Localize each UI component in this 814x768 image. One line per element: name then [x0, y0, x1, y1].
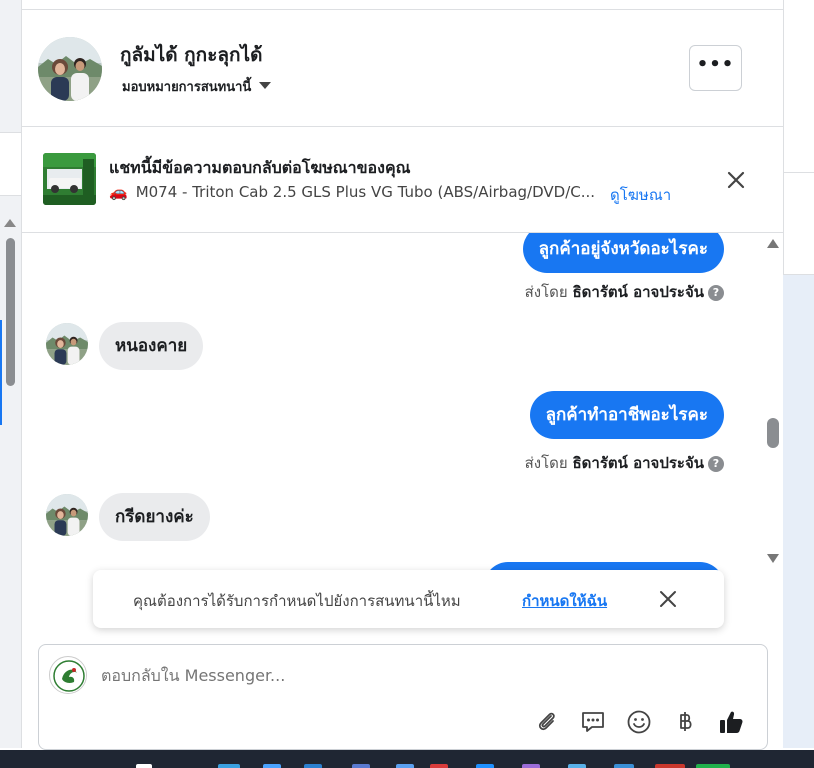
emoji-icon[interactable]	[625, 708, 653, 736]
taskbar-app[interactable]	[696, 764, 730, 768]
reply-input[interactable]	[101, 666, 701, 685]
ad-name: M074 - Triton Cab 2.5 GLS Plus VG Tubo (…	[135, 183, 596, 201]
taskbar-app[interactable]	[263, 764, 281, 768]
scroll-down-icon[interactable]	[767, 554, 779, 563]
more-options-icon: •••	[696, 54, 735, 75]
assign-conversation-dropdown[interactable]: มอบหมายการสนทนานี้	[122, 76, 272, 97]
like-icon[interactable]	[717, 708, 745, 736]
taskbar-app[interactable]	[136, 764, 152, 768]
attach-icon[interactable]	[533, 708, 561, 736]
more-options-button[interactable]: •••	[689, 45, 742, 91]
close-icon[interactable]	[658, 589, 678, 609]
ad-thumbnail[interactable]	[43, 153, 96, 205]
scrollbar-thumb[interactable]	[767, 418, 779, 448]
taskbar-app[interactable]	[218, 764, 240, 768]
taskbar-app[interactable]	[476, 764, 494, 768]
ad-reply-banner: แชทนี้มีข้อความตอบกลับต่อโฆษณาของคุณ 🚗 M0…	[22, 127, 783, 233]
sent-by-prefix: ส่งโดย	[524, 283, 568, 301]
message-bubble-outgoing[interactable]: ลูกค้าอยู่จังหวัดอะไรคะ	[522, 233, 724, 273]
taskbar-app[interactable]	[568, 764, 586, 768]
sent-by-label: ส่งโดย ธิดารัตน์ อาจประจัน?	[525, 451, 724, 475]
scroll-up-icon[interactable]	[767, 239, 779, 248]
chat-header: กูลัมได้ กูกะลุกได้ มอบหมายการสนทนานี้ •…	[22, 10, 783, 127]
sender-name: ธิดารัตน์ อาจประจัน	[572, 454, 705, 472]
sent-by-label: ส่งโดย ธิดารัตน์ อาจประจัน?	[525, 280, 724, 304]
caret-down-icon	[259, 82, 272, 89]
message-bubble-incoming[interactable]: กรีดยางค่ะ	[99, 493, 210, 541]
composer-toolbar	[533, 707, 745, 737]
help-icon[interactable]: ?	[708, 285, 724, 301]
car-icon: 🚗	[109, 183, 128, 201]
contact-avatar[interactable]	[38, 37, 102, 101]
message-list[interactable]: ลูกค้าอยู่จังหวัดอะไรคะ ส่งโดย ธิดารัตน์…	[22, 233, 783, 628]
chat-panel: กูลัมได้ กูกะลุกได้ มอบหมายการสนทนานี้ •…	[22, 0, 783, 750]
taskbar-app[interactable]	[655, 764, 685, 768]
page-avatar	[49, 656, 87, 694]
right-panel	[783, 0, 814, 275]
assign-prompt-text: คุณต้องการได้รับการกำหนดไปยังการสนทนานี้…	[133, 592, 461, 610]
ad-subtitle: 🚗 M074 - Triton Cab 2.5 GLS Plus VG Tubo …	[109, 183, 595, 201]
message-bubble-outgoing[interactable]: ลูกค้าทำอาชีพอะไรคะ	[529, 391, 724, 439]
taskbar-app[interactable]	[396, 764, 414, 768]
taskbar-app[interactable]	[352, 764, 370, 768]
help-icon[interactable]: ?	[708, 456, 724, 472]
taskbar-app[interactable]	[304, 764, 322, 768]
divider	[784, 274, 814, 275]
taskbar-app[interactable]	[614, 764, 634, 768]
payment-baht-icon[interactable]	[671, 708, 699, 736]
selection-indicator	[0, 320, 2, 425]
left-scrollbar-thumb[interactable]	[6, 238, 15, 386]
sender-name: ธิดารัตน์ อาจประจัน	[572, 283, 705, 301]
left-scroll-up-icon[interactable]	[4, 219, 16, 227]
contact-avatar[interactable]	[46, 494, 88, 536]
view-ad-link[interactable]: ดูโฆษณา	[610, 183, 671, 207]
assign-to-me-link[interactable]: กำหนดให้ฉัน	[522, 589, 607, 613]
close-icon[interactable]	[725, 169, 747, 191]
sent-by-prefix: ส่งโดย	[524, 454, 568, 472]
left-panel-card[interactable]	[0, 132, 22, 196]
reply-composer	[38, 644, 768, 750]
taskbar-app[interactable]	[522, 764, 540, 768]
taskbar-app[interactable]	[430, 764, 448, 768]
contact-name[interactable]: กูลัมได้ กูกะลุกได้	[120, 40, 262, 70]
saved-replies-icon[interactable]	[579, 708, 607, 736]
message-bubble-incoming[interactable]: หนองคาย	[99, 322, 204, 370]
assign-label: มอบหมายการสนทนานี้	[122, 80, 252, 95]
divider	[784, 172, 814, 173]
contact-avatar[interactable]	[46, 323, 88, 365]
assign-prompt-toast: คุณต้องการได้รับการกำหนดไปยังการสนทนานี้…	[93, 570, 724, 628]
ad-banner-title: แชทนี้มีข้อความตอบกลับต่อโฆษณาของคุณ	[109, 158, 411, 177]
